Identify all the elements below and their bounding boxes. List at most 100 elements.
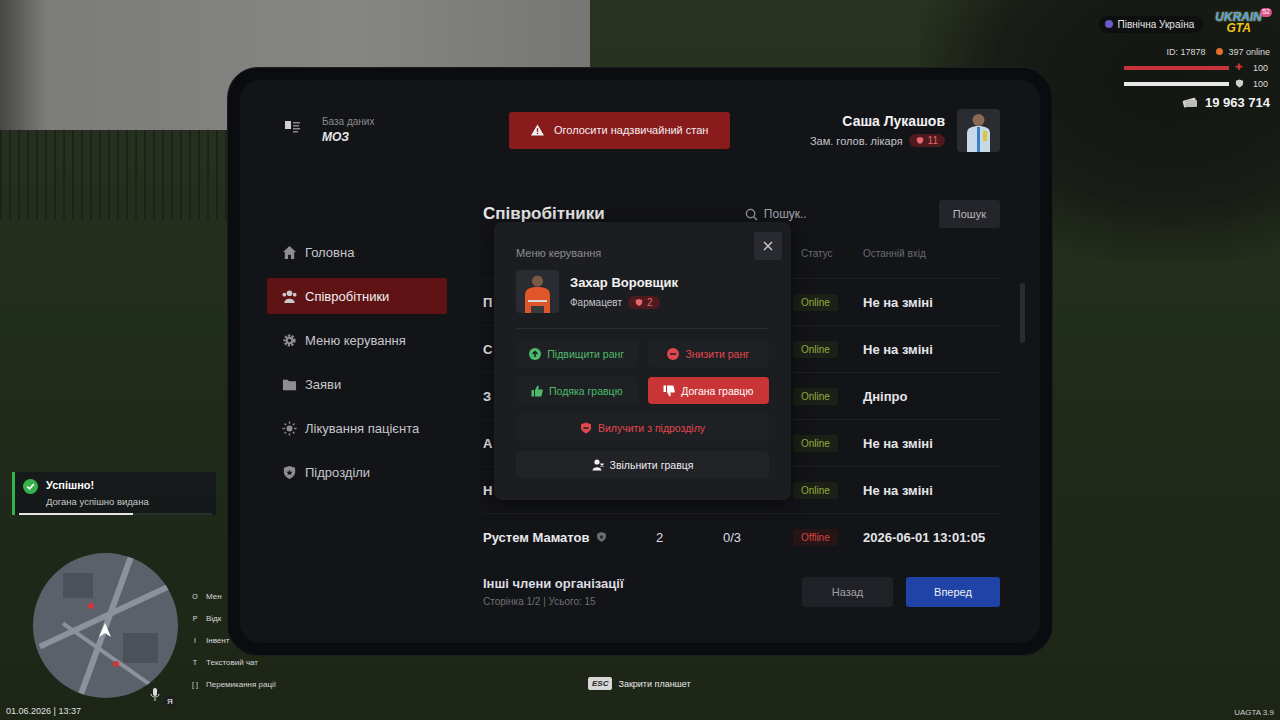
employee-status-cell: Online [793,435,863,452]
rank-value: 11 [928,135,938,146]
scrollbar-thumb[interactable] [1020,283,1025,343]
user-text: Саша Лукашов Зам. голов. лікаря 11 [810,113,945,147]
keybind: T Текстовий чат [190,655,276,669]
employee-name-text: А [483,436,492,451]
action-button[interactable]: Підвищити ранг [516,340,638,367]
action-button[interactable]: Звільнити гравця [516,451,769,478]
employee-name-text: З [483,389,491,404]
sidebar: Головна Співробітники Меню керування Зая… [267,199,447,643]
fire-icon [592,459,604,471]
employee-last-login: 2026-06-01 13:01:05 [863,530,1000,545]
shield-icon [596,531,607,543]
folder-icon [282,377,297,392]
sidebar-item[interactable]: Лікування пацієнта [267,410,447,446]
esc-key: ESC [588,677,612,690]
sidebar-item[interactable]: Головна [267,234,447,270]
tablet-header: База даних МОЗ Оголосити надзвичайний ст… [267,107,1000,153]
health-value: 100 [1250,63,1268,73]
action-button[interactable]: Знизити ранг [648,340,770,367]
employee-name-text: П [483,295,492,310]
notification-body: Успішно! Догана успішно видана [15,472,216,513]
action-label: Підвищити ранг [547,348,624,360]
notification-text: Успішно! Догана успішно видана [46,479,149,507]
close-hint-label: Закрити планшет [618,679,690,689]
status-pill: Online [793,341,838,358]
pager-button[interactable]: Назад [802,577,893,607]
armor-bar [1124,82,1229,86]
game-logo: UKRAIN GTA 52 [1215,10,1270,35]
player-info: Захар Воровщик Фармацевт 2 [570,275,678,309]
status-pill: Online [793,435,838,452]
logo-bottom: GTA [1226,23,1250,34]
search-icon [745,208,758,221]
pager: Назад Вперед [802,577,1000,607]
sidebar-label: Співробітники [305,289,389,304]
control-menu-modal: Меню керування Захар Воровщик Фармацевт … [494,222,791,500]
sidebar-item[interactable]: Співробітники [267,278,447,314]
health-fill [1124,66,1229,70]
status-pill: Online [793,482,838,499]
employee-name: Рустем Маматов [483,530,656,545]
keybind-key: T [190,659,200,666]
users-icon [282,289,297,304]
employee-last-login: Не на зміні [863,342,1000,357]
employee-last-login: Дніпро [863,389,1000,404]
pagination-info: Сторінка 1/2 | Усього: 15 [483,596,802,607]
money-row: 19 963 714 [1182,95,1270,110]
employee-status-cell: Online [793,482,863,499]
sidebar-item[interactable]: Заяви [267,366,447,402]
sidebar-item[interactable]: Меню керування [267,322,447,358]
armor-value: 100 [1250,79,1268,89]
brand-label: База даних [322,116,374,127]
page-title: Співробітники [483,204,745,224]
notification: Успішно! Догана успішно видана [12,472,216,515]
close-button[interactable] [754,232,782,260]
table-row[interactable]: Рустем Маматов 2 0/3 Offline 2026-06-01 … [483,513,1000,560]
map-pin-icon [113,661,119,667]
warning-icon [531,124,544,136]
column-header: Останній вхід [863,248,1000,259]
keybind-key: P [190,615,200,622]
sidebar-item[interactable]: Підрозділи [267,454,447,490]
voice-indicator: Я [150,683,176,707]
keybind-key: O [190,593,200,600]
close-hint: ESC Закрити планшет [588,677,691,690]
action-button[interactable]: Догана гравцю [648,377,770,404]
footer-title: Інші члени організації [483,576,802,591]
status-pill: Online [793,388,838,405]
player-arrow-icon [99,623,111,637]
brand-text: База даних МОЗ [322,116,374,144]
rank-badge: 11 [909,134,945,147]
player-id: ID: 17878 [1166,47,1205,57]
gear-icon [282,333,297,348]
rank-icon [916,136,924,145]
emergency-button[interactable]: Оголосити надзвичайний стан [509,112,730,149]
remove-icon [580,422,592,434]
region-label: Північна Україна [1118,19,1195,30]
search-field[interactable]: Пошук.. [745,207,925,221]
search-placeholder: Пошук.. [764,207,807,221]
table-footer: Інші члени організації Сторінка 1/2 | Ус… [483,576,1000,607]
minimap [33,553,178,698]
minus-icon [667,348,679,360]
sidebar-label: Меню керування [305,333,406,348]
rank-icon [635,298,643,307]
pager-button[interactable]: Вперед [906,577,1000,607]
player-name: Захар Воровщик [570,275,678,290]
divider [516,328,769,329]
health-bar [1124,66,1229,70]
action-button[interactable]: Вилучити з підрозділу [516,414,769,441]
employee-last-login: Не на зміні [863,483,1000,498]
action-label: Звільнити гравця [610,459,694,471]
search-button[interactable]: Пошук [939,200,1000,228]
employee-status-cell: Online [793,388,863,405]
action-button[interactable]: Подяка гравцю [516,377,638,404]
keybind-label: Відк [206,614,221,623]
emergency-label: Оголосити надзвичайний стан [554,124,708,136]
user-avatar [957,109,1000,152]
heart-icon: ✚ [1235,63,1244,72]
notification-title: Успішно! [46,479,149,491]
logo-top: UKRAIN [1215,12,1262,23]
player-role: Фармацевт [570,297,622,308]
action-label: Подяка гравцю [549,385,623,397]
